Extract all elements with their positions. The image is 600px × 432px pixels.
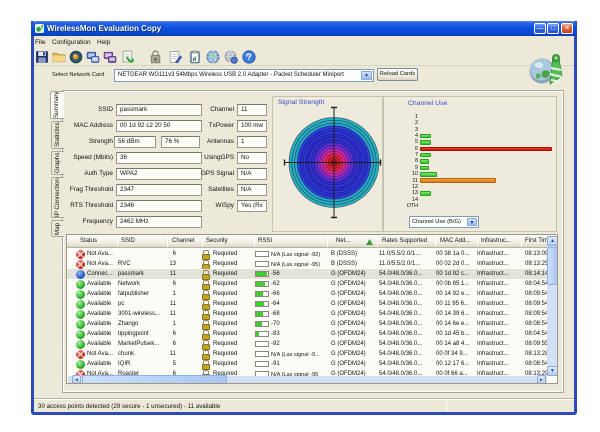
svg-text:?: ? [246,52,252,62]
